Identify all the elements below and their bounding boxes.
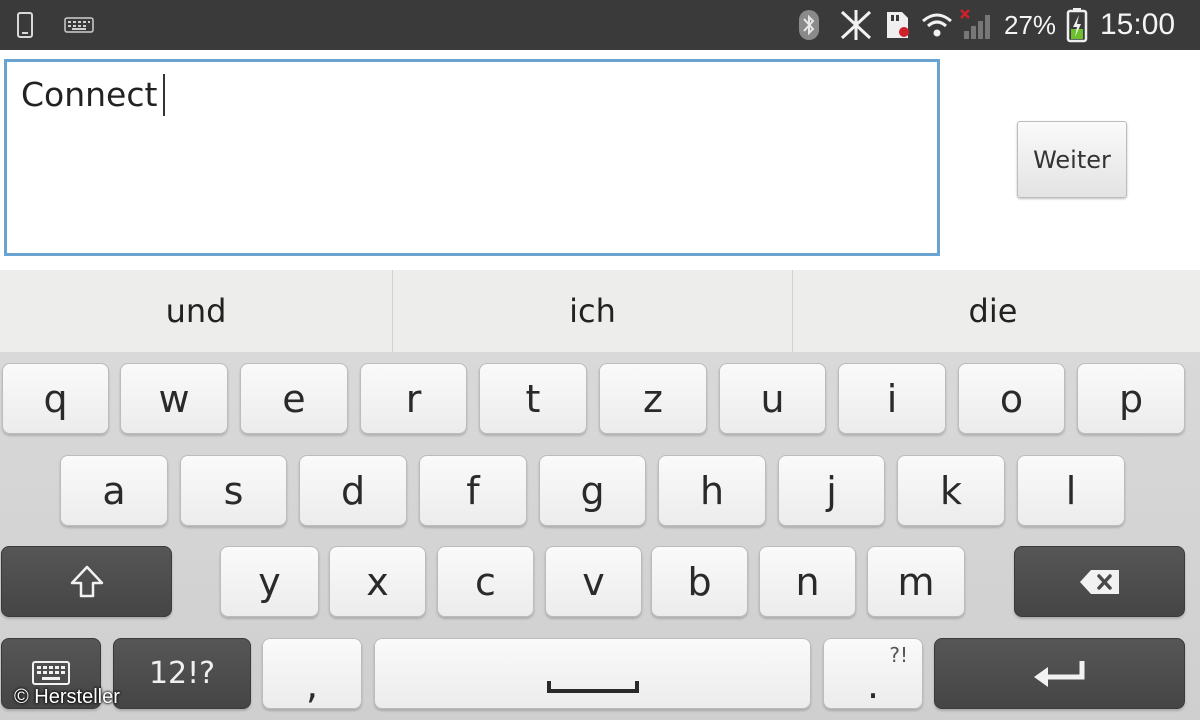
sd-card-icon	[884, 0, 912, 50]
key-label: y	[258, 559, 281, 604]
key-label: v	[582, 559, 605, 604]
key-label: 12!?	[148, 656, 216, 691]
keyboard-icon	[64, 0, 94, 50]
period-hint: ?!	[889, 643, 908, 667]
content-area: Connect Weiter	[0, 50, 1200, 270]
suggestion-1[interactable]: und	[0, 270, 392, 352]
key-a[interactable]: a	[60, 455, 168, 526]
key-label: s	[223, 468, 244, 513]
key-j[interactable]: j	[778, 455, 885, 526]
key-g[interactable]: g	[539, 455, 646, 526]
key-label: z	[643, 376, 663, 421]
suggestion-bar: und ich die	[0, 270, 1200, 353]
key-m[interactable]: m	[867, 546, 965, 617]
key-y[interactable]: y	[220, 546, 319, 617]
key-label: n	[795, 559, 820, 604]
key-label: l	[1065, 468, 1077, 513]
space-bar-icon	[546, 680, 639, 693]
key-label: e	[282, 376, 306, 421]
key-label: i	[886, 376, 898, 421]
key-label: u	[760, 376, 785, 421]
key-f[interactable]: f	[419, 455, 527, 526]
key-n[interactable]: n	[759, 546, 856, 617]
battery-charging-icon	[1066, 0, 1088, 50]
enter-arrow-icon	[1033, 660, 1084, 687]
key-o[interactable]: o	[958, 363, 1065, 434]
key-label: q	[43, 376, 68, 421]
backspace-key[interactable]	[1014, 546, 1185, 617]
status-bar: 27% 15:00	[0, 0, 1200, 50]
key-label: h	[699, 468, 725, 513]
key-label: d	[340, 468, 366, 513]
key-label: k	[939, 468, 962, 513]
key-label: .	[866, 662, 880, 707]
key-w[interactable]: w	[120, 363, 228, 434]
key-label: r	[405, 376, 422, 421]
key-t[interactable]: t	[479, 363, 587, 434]
key-label: j	[826, 468, 837, 513]
wifi-icon	[920, 0, 954, 50]
key-label: x	[366, 559, 389, 604]
suggestion-3[interactable]: die	[793, 270, 1193, 352]
key-q[interactable]: q	[2, 363, 109, 434]
no-signal-icon	[960, 0, 996, 50]
key-x[interactable]: x	[329, 546, 426, 617]
phone-icon	[16, 0, 34, 50]
key-label: ,	[305, 662, 319, 707]
key-l[interactable]: l	[1017, 455, 1125, 526]
key-label: c	[475, 559, 496, 604]
bluetooth-icon	[798, 0, 820, 50]
shift-key[interactable]	[1, 546, 172, 617]
key-label: b	[687, 559, 712, 604]
keyboard-icon	[32, 660, 70, 685]
key-z[interactable]: z	[599, 363, 707, 434]
key-c[interactable]: c	[437, 546, 534, 617]
suggestion-2[interactable]: ich	[393, 270, 792, 352]
space-key[interactable]	[374, 638, 811, 709]
key-h[interactable]: h	[658, 455, 766, 526]
key-e[interactable]: e	[240, 363, 348, 434]
text-caret	[163, 74, 166, 116]
key-r[interactable]: r	[360, 363, 467, 434]
backspace-icon	[1079, 569, 1119, 594]
battery-percent: 27%	[1004, 9, 1057, 40]
key-v[interactable]: v	[545, 546, 642, 617]
key-label: p	[1118, 376, 1144, 421]
key-label: t	[525, 376, 541, 421]
symbols-key[interactable]: 12!?	[113, 638, 251, 709]
key-label: m	[897, 559, 935, 604]
key-k[interactable]: k	[897, 455, 1005, 526]
shift-arrow-icon	[70, 565, 103, 597]
key-b[interactable]: b	[651, 546, 748, 617]
key-label: w	[158, 376, 190, 421]
key-label: f	[466, 468, 480, 513]
copyright-watermark: © Hersteller	[14, 686, 120, 708]
key-u[interactable]: u	[719, 363, 826, 434]
key-i[interactable]: i	[838, 363, 946, 434]
next-button[interactable]: Weiter	[1017, 121, 1127, 198]
nfc-off-icon	[838, 0, 874, 50]
key-period[interactable]: ?! .	[823, 638, 923, 709]
key-p[interactable]: p	[1077, 363, 1185, 434]
key-label: g	[580, 468, 605, 513]
enter-key[interactable]	[934, 638, 1185, 709]
key-label: o	[999, 376, 1024, 421]
text-input-field[interactable]: Connect	[4, 59, 940, 256]
on-screen-keyboard: q w e r t z u i o p a s d f g h j k l y …	[0, 352, 1200, 720]
key-label: a	[102, 468, 126, 513]
key-s[interactable]: s	[180, 455, 287, 526]
clock: 15:00	[1100, 8, 1176, 41]
key-comma[interactable]: ,	[262, 638, 362, 709]
text-input-value: Connect	[21, 75, 158, 114]
key-d[interactable]: d	[299, 455, 407, 526]
